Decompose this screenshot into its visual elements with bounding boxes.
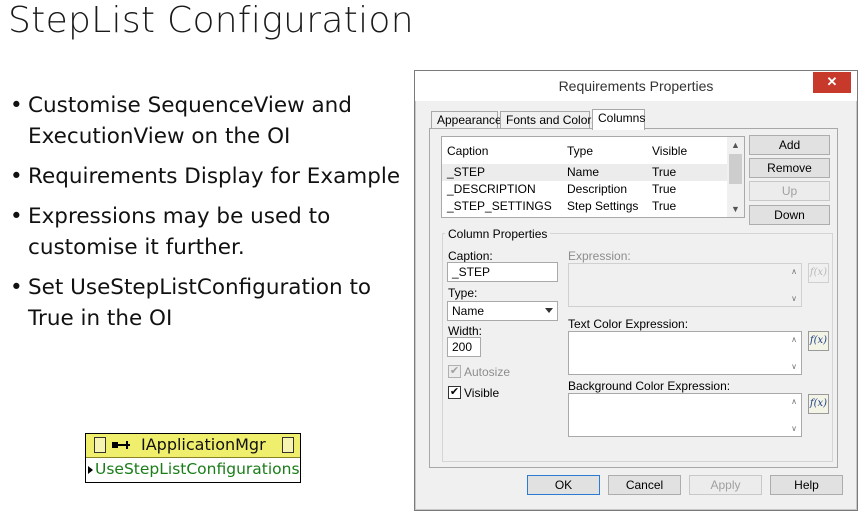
row-visible: True — [652, 182, 677, 196]
bullet-item: Requirements Display for Example — [8, 161, 403, 192]
text-color-function-icon[interactable]: f(x) — [808, 331, 829, 351]
expression-function-icon[interactable]: f(x) — [808, 263, 829, 283]
add-button[interactable]: Add — [749, 135, 830, 155]
text-color-expression-field[interactable]: ∧ ∨ — [568, 331, 802, 375]
reference-in-terminal-icon — [94, 437, 106, 453]
bullet-item: Set UseStepListConfiguration to True in … — [8, 272, 403, 334]
row-caption: _DESCRIPTION — [447, 182, 536, 196]
row-type: Description — [567, 182, 628, 196]
tab-columns[interactable]: Columns — [592, 109, 645, 130]
requirements-properties-dialog: Requirements Properties ✕ Appearance Fon… — [414, 70, 858, 511]
down-button[interactable]: Down — [749, 205, 830, 225]
text-color-scrollbar[interactable]: ∧ ∨ — [787, 332, 801, 374]
row-caption: _STEP — [447, 165, 486, 179]
property-node-property[interactable]: UseStepListConfigurations — [86, 459, 300, 482]
scroll-down-icon[interactable]: ∨ — [787, 362, 801, 371]
chevron-down-icon — [545, 308, 553, 313]
slide-title: StepList Configuration — [8, 0, 414, 41]
column-header-caption[interactable]: Caption — [447, 144, 488, 158]
list-row[interactable]: _STEP_SETTINGS Step Settings True — [442, 198, 727, 215]
type-label: Type: — [448, 286, 478, 300]
close-button[interactable]: ✕ — [813, 72, 851, 93]
background-color-expression-field[interactable]: ∧ ∨ — [568, 393, 802, 437]
expression-scrollbar[interactable]: ∧ ∨ — [787, 264, 801, 306]
caption-field[interactable]: _STEP — [447, 262, 558, 282]
column-header-visible[interactable]: Visible — [652, 144, 687, 158]
row-visible: True — [652, 165, 677, 179]
dialog-titlebar[interactable]: Requirements Properties ✕ — [415, 71, 857, 101]
type-select-value: Name — [452, 304, 485, 318]
list-row[interactable]: _STEP Name True — [442, 164, 727, 181]
caption-label: Caption: — [448, 249, 493, 263]
text-color-expression-label: Text Color Expression: — [568, 317, 689, 331]
bullet-item: Expressions may be used to customise it … — [8, 201, 403, 263]
visible-checkbox[interactable]: ✔ — [448, 386, 461, 399]
scroll-down-icon[interactable]: ∨ — [787, 424, 801, 433]
scroll-up-icon[interactable]: ∧ — [787, 397, 801, 406]
columns-list[interactable]: Caption Type Visible _STEP Name True _DE… — [441, 136, 745, 218]
property-node-class-name: IApplicationMgr — [141, 435, 266, 454]
list-scrollbar[interactable]: ▲ ▼ — [727, 137, 744, 217]
bullet-list: Customise SequenceView and ExecutionView… — [8, 90, 403, 343]
visible-label: Visible — [464, 386, 500, 400]
column-properties-label: Column Properties — [445, 227, 551, 241]
apply-button[interactable]: Apply — [689, 475, 762, 495]
remove-button[interactable]: Remove — [749, 158, 830, 178]
scroll-up-icon[interactable]: ∧ — [787, 267, 801, 276]
list-row[interactable]: _DESCRIPTION Description True — [442, 181, 727, 198]
type-select[interactable]: Name — [447, 301, 558, 321]
property-node: IApplicationMgr UseStepListConfiguration… — [85, 433, 301, 483]
property-name: UseStepListConfigurations — [95, 460, 300, 478]
property-node-header: IApplicationMgr — [86, 434, 300, 458]
autosize-checkbox[interactable]: ✔ — [448, 365, 461, 378]
scroll-up-icon[interactable]: ▲ — [727, 137, 744, 153]
row-type: Step Settings — [567, 199, 639, 213]
cancel-button[interactable]: Cancel — [608, 475, 681, 495]
ok-button[interactable]: OK — [527, 475, 600, 495]
property-key-icon — [112, 441, 130, 449]
column-header-type[interactable]: Type — [567, 144, 593, 158]
expression-field[interactable]: ∧ ∨ — [568, 263, 802, 307]
scroll-down-icon[interactable]: ▼ — [727, 201, 744, 217]
scroll-down-icon[interactable]: ∨ — [787, 294, 801, 303]
scroll-up-icon[interactable]: ∧ — [787, 335, 801, 344]
row-caption: _STEP_SETTINGS — [447, 199, 552, 213]
tab-fonts-and-colors[interactable]: Fonts and Colors — [500, 111, 597, 129]
scroll-thumb[interactable] — [729, 154, 742, 184]
background-color-function-icon[interactable]: f(x) — [808, 394, 829, 414]
bullet-item: Customise SequenceView and ExecutionView… — [8, 90, 403, 152]
reference-out-terminal-icon — [282, 437, 294, 453]
expression-label: Expression: — [568, 249, 631, 263]
list-header: Caption Type Visible — [442, 137, 727, 161]
background-color-expression-label: Background Color Expression: — [568, 379, 731, 393]
tab-appearance[interactable]: Appearance — [431, 111, 502, 129]
property-input-arrow-icon — [88, 466, 93, 474]
width-label: Width: — [448, 324, 483, 338]
width-field[interactable]: 200 — [447, 337, 481, 357]
close-icon: ✕ — [826, 74, 838, 89]
row-type: Name — [567, 165, 600, 179]
up-button[interactable]: Up — [749, 181, 830, 201]
background-color-scrollbar[interactable]: ∧ ∨ — [787, 394, 801, 436]
autosize-label: Autosize — [464, 365, 511, 379]
help-button[interactable]: Help — [770, 475, 843, 495]
dialog-title: Requirements Properties — [558, 78, 714, 94]
row-visible: True — [652, 199, 677, 213]
